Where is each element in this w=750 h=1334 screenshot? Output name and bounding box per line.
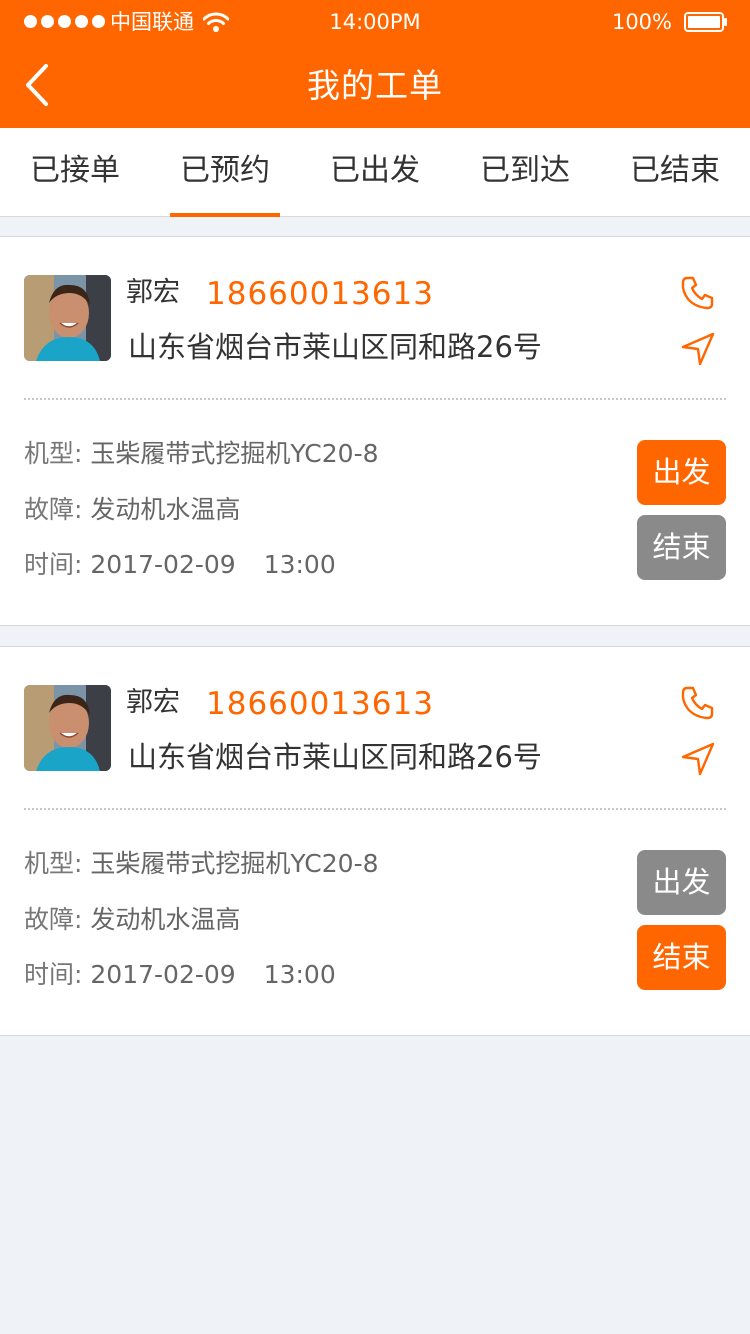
status-tabs: 已接单 已预约 已出发 已到达 已结束 (0, 128, 750, 217)
page-title: 我的工单 (307, 66, 443, 105)
time-row: 时间: 2017-02-09 13:00 (24, 958, 336, 992)
app-header: 中国联通 14:00PM 100% 我的工单 (0, 0, 750, 128)
fault-label: 故障: (24, 495, 83, 524)
battery-icon (684, 12, 727, 32)
machine-model-label: 机型: (24, 439, 83, 468)
time-label: 时间: (24, 550, 83, 579)
machine-model-label: 机型: (24, 849, 83, 878)
finish-button[interactable]: 结束 (637, 925, 726, 990)
customer-name: 郭宏 (126, 687, 180, 718)
fault-value: 发动机水温高 (90, 905, 241, 934)
machine-model-row: 机型: 玉柴履带式挖掘机YC20-8 (24, 437, 379, 471)
phone-icon[interactable] (680, 275, 716, 311)
appointment-time: 13:00 (263, 960, 336, 989)
machine-model-value: 玉柴履带式挖掘机YC20-8 (90, 849, 379, 878)
order-card[interactable]: 郭宏 18660013613 山东省烟台市莱山区同和路26号 机型: 玉柴履带式… (0, 236, 750, 626)
fault-value: 发动机水温高 (90, 495, 241, 524)
machine-model-row: 机型: 玉柴履带式挖掘机YC20-8 (24, 847, 379, 881)
depart-button[interactable]: 出发 (637, 850, 726, 915)
machine-model-value: 玉柴履带式挖掘机YC20-8 (90, 439, 379, 468)
finish-button[interactable]: 结束 (637, 515, 726, 580)
customer-phone[interactable]: 18660013613 (206, 275, 434, 313)
appointment-time: 13:00 (263, 550, 336, 579)
appointment-date: 2017-02-09 (90, 550, 236, 579)
fault-row: 故障: 发动机水温高 (24, 493, 240, 527)
battery-percentage: 100% (611, 10, 672, 34)
fault-row: 故障: 发动机水温高 (24, 903, 240, 937)
avatar (24, 685, 111, 771)
tab-finished[interactable]: 已结束 (600, 128, 750, 216)
depart-button[interactable]: 出发 (637, 440, 726, 505)
status-bar: 中国联通 14:00PM 100% (0, 0, 750, 44)
appointment-date: 2017-02-09 (90, 960, 236, 989)
navigation-arrow-icon[interactable] (680, 331, 716, 367)
dotted-divider (24, 808, 726, 810)
dotted-divider (24, 398, 726, 400)
navigation-arrow-icon[interactable] (680, 741, 716, 777)
tab-accepted[interactable]: 已接单 (0, 128, 150, 216)
customer-name: 郭宏 (126, 277, 180, 308)
customer-address: 山东省烟台市莱山区同和路26号 (128, 740, 542, 774)
order-list: 郭宏 18660013613 山东省烟台市莱山区同和路26号 机型: 玉柴履带式… (0, 236, 750, 1056)
tab-booked[interactable]: 已预约 (150, 128, 300, 217)
tab-arrived[interactable]: 已到达 (450, 128, 600, 216)
phone-icon[interactable] (680, 685, 716, 721)
customer-phone[interactable]: 18660013613 (206, 685, 434, 723)
fault-label: 故障: (24, 905, 83, 934)
customer-address: 山东省烟台市莱山区同和路26号 (128, 330, 542, 364)
order-card[interactable]: 郭宏 18660013613 山东省烟台市莱山区同和路26号 机型: 玉柴履带式… (0, 646, 750, 1036)
avatar (24, 275, 111, 361)
tab-departed[interactable]: 已出发 (300, 128, 450, 216)
time-row: 时间: 2017-02-09 13:00 (24, 548, 336, 582)
time-label: 时间: (24, 960, 83, 989)
